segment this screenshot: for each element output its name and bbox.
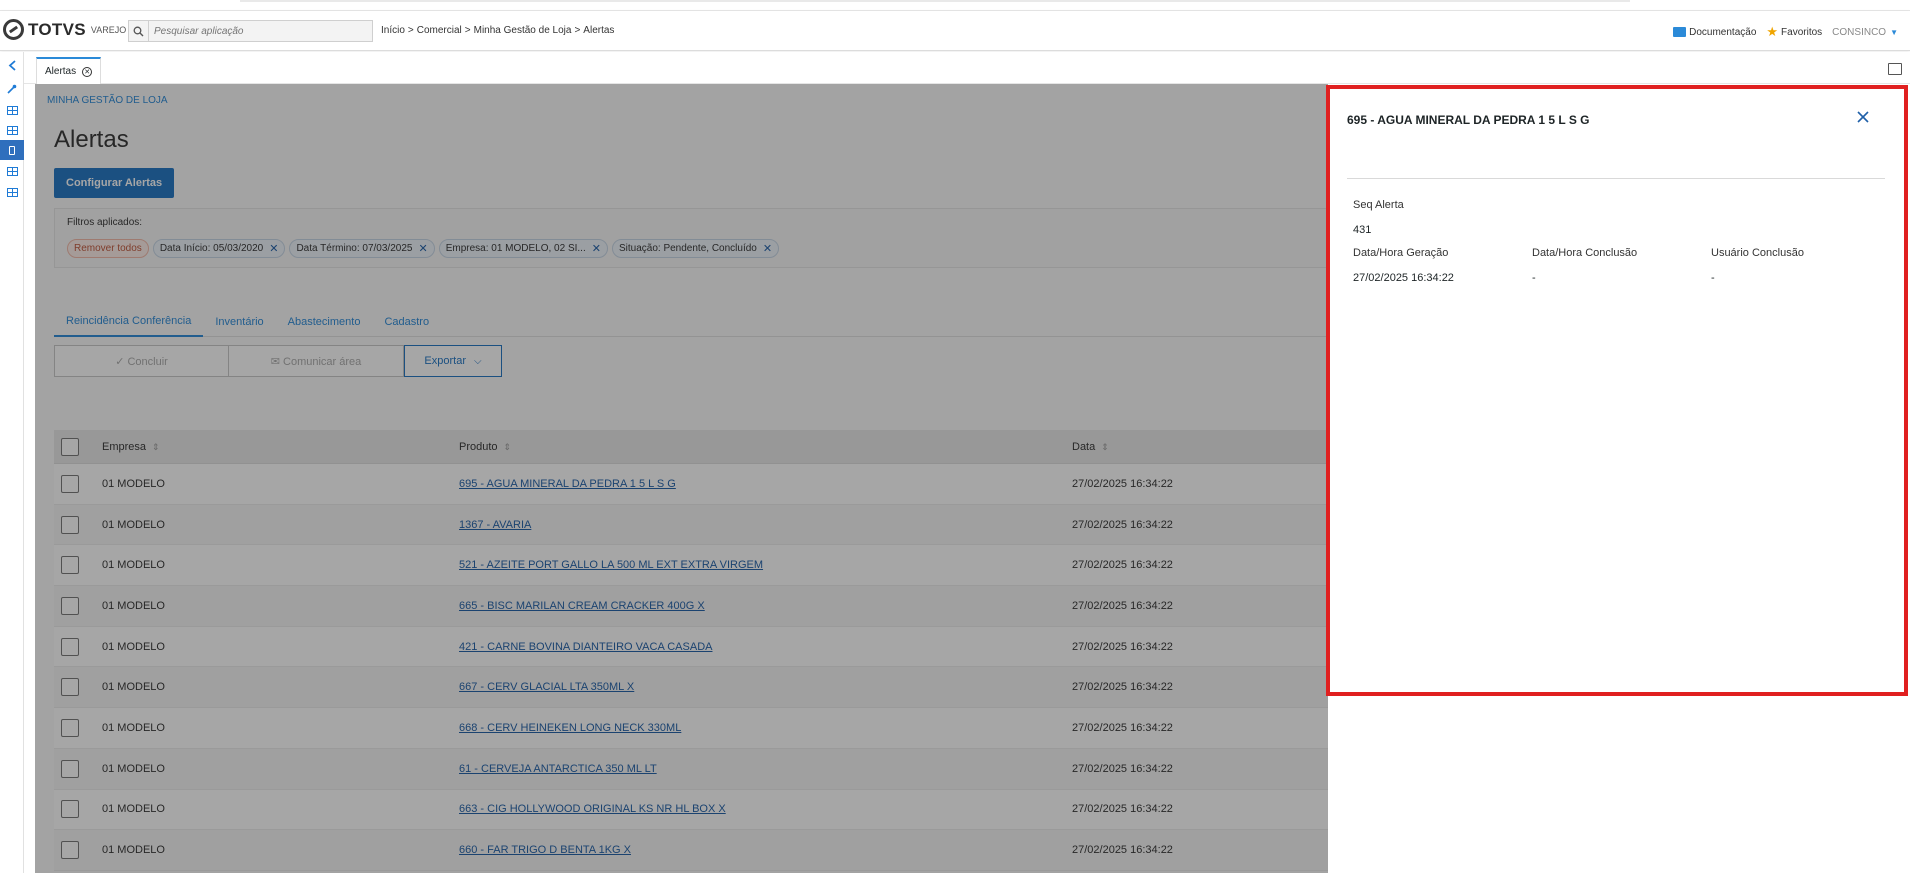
seq-alerta-value: 431: [1353, 224, 1372, 236]
header-actions: Documentação ★ Favoritos CONSINCO ▼: [1663, 24, 1898, 40]
folder-icon: [1673, 27, 1687, 37]
user-name: CONSINCO: [1832, 26, 1887, 38]
window-icon[interactable]: [1888, 63, 1902, 75]
tab-label: Alertas: [45, 66, 77, 77]
logo-text: TOTVS: [28, 19, 86, 39]
phone-icon: [9, 145, 15, 155]
panel-divider: [1347, 178, 1885, 179]
top-strip: [0, 0, 1910, 11]
table-icon: [6, 105, 18, 115]
usuario-conclusao-value: -: [1711, 272, 1715, 284]
logo-subtitle: VAREJO: [90, 24, 127, 35]
data-geracao-value: 27/02/2025 16:34:22: [1353, 272, 1454, 284]
table-icon: [6, 125, 18, 135]
usuario-conclusao-label: Usuário Conclusão: [1711, 247, 1804, 259]
user-menu[interactable]: CONSINCO ▼: [1832, 27, 1898, 38]
wrench-icon: [7, 84, 17, 94]
tab-strip: Alertas ✕: [24, 52, 1910, 84]
app-search: [128, 20, 373, 42]
data-conclusao-label: Data/Hora Conclusão: [1532, 247, 1638, 259]
sidebar-item-table-2[interactable]: [0, 120, 24, 140]
table-icon: [6, 166, 18, 176]
breadcrumb-inicio[interactable]: Início: [381, 25, 405, 36]
breadcrumb-alertas: Alertas: [583, 25, 615, 36]
panel-title: 695 - AGUA MINERAL DA PEDRA 1 5 L S G: [1347, 113, 1590, 127]
breadcrumb-minha-gestao[interactable]: Minha Gestão de Loja: [474, 25, 572, 36]
sidebar-item-mobile[interactable]: [0, 140, 24, 160]
data-geracao-label: Data/Hora Geração: [1353, 247, 1449, 259]
breadcrumb-comercial[interactable]: Comercial: [417, 25, 462, 36]
documentation-link[interactable]: Documentação: [1673, 27, 1756, 38]
star-icon: ★: [1766, 24, 1779, 39]
data-conclusao-value: -: [1532, 272, 1536, 284]
close-tab-icon[interactable]: ✕: [82, 66, 93, 77]
tab-alertas[interactable]: Alertas ✕: [36, 57, 102, 84]
totvs-logo[interactable]: TOTVS VAREJO: [3, 19, 126, 40]
sidebar-item-table-1[interactable]: [0, 100, 24, 120]
sidebar-item-table-4[interactable]: [0, 182, 24, 202]
collapse-sidebar-button[interactable]: [0, 52, 24, 78]
app-header: TOTVS VAREJO Início>Comercial>Minha Gest…: [0, 11, 1910, 51]
seq-alerta-label: Seq Alerta: [1353, 199, 1404, 211]
breadcrumb: Início > Comercial > Minha Gestão de Loja > Al…: [381, 25, 615, 36]
documentation-label: Documentação: [1689, 26, 1757, 38]
sidebar-item-tools[interactable]: [0, 78, 24, 100]
close-icon[interactable]: [1856, 110, 1870, 129]
favorites-link[interactable]: ★ Favoritos: [1766, 24, 1822, 40]
sidebar-item-table-3[interactable]: [0, 160, 24, 182]
favorites-label: Favoritos: [1781, 26, 1823, 38]
left-sidebar: [0, 52, 24, 873]
search-icon[interactable]: [129, 21, 149, 41]
chevron-down-icon: ▼: [1890, 27, 1898, 37]
table-icon: [6, 187, 18, 197]
search-input[interactable]: [149, 25, 369, 37]
highlight-box: [1326, 85, 1908, 696]
top-strip-inner: [240, 0, 1630, 2]
totvs-logo-icon: [3, 19, 24, 40]
